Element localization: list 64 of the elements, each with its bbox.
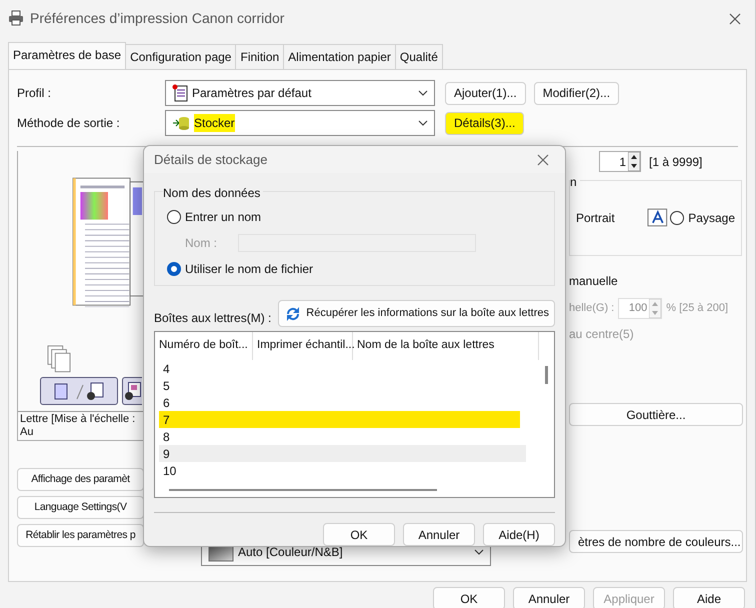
list-row[interactable]: 5	[159, 377, 524, 394]
field-label: helle(G) :	[569, 301, 614, 316]
list-row[interactable]: 9	[159, 445, 526, 462]
printer-icon	[8, 10, 24, 26]
dialog-button[interactable]: Aide(H)	[483, 523, 555, 546]
layout-button[interactable]	[40, 376, 118, 405]
field-label: Nom :	[185, 235, 218, 252]
column-header[interactable]: Imprimer échantil...	[253, 332, 353, 360]
dropdown[interactable]: Paramètres par défaut	[165, 80, 435, 106]
fetch-button[interactable]: Récupérer les informations sur la boîte aux lettres	[278, 300, 555, 328]
dialog-button[interactable]: Annuler	[403, 523, 475, 546]
list-row[interactable]: 10	[159, 462, 524, 480]
settings-button[interactable]: Language Settings(V	[17, 496, 144, 519]
window-title: Préférences d’impression Canon corridor	[30, 8, 284, 28]
column-header[interactable]: Numéro de boît...	[155, 332, 253, 360]
scale-spinner[interactable]: 100	[618, 298, 662, 319]
settings-button[interactable]: Affichage des paramèt	[17, 468, 144, 491]
list-row[interactable]: 6	[159, 394, 524, 412]
mailbox-label: Boîtes aux lettres(M) :	[154, 310, 272, 328]
dialog-button[interactable]: OK	[323, 523, 395, 546]
chevron-down-icon	[418, 90, 428, 96]
spin-arrows-icon	[649, 299, 662, 318]
chevron-down-icon	[418, 120, 428, 126]
scrollbar-thumb[interactable]	[169, 489, 437, 491]
dialog-title: Détails de stockage	[154, 150, 268, 169]
color-page-icon	[124, 382, 140, 400]
footer-button[interactable]: Aide	[673, 587, 745, 608]
radio-label: Portrait	[576, 210, 615, 227]
column-header[interactable]: Nom de la boîte aux lettres	[353, 332, 539, 360]
range-text: [1 à 9999]	[649, 154, 702, 170]
storage-icon	[172, 115, 190, 131]
document-icon	[172, 84, 188, 102]
color-layout-button[interactable]	[122, 376, 142, 405]
settings-button[interactable]: Rétablir les paramètres p	[17, 524, 144, 547]
checkbox-label: manuelle	[569, 273, 619, 290]
letter-a-icon	[646, 208, 668, 228]
tab[interactable]: Paramètres de base	[8, 42, 126, 69]
tab[interactable]: Qualité	[394, 44, 443, 69]
field-label: Profil :	[17, 85, 52, 102]
landscape-radio[interactable]: Paysage	[670, 209, 735, 227]
range-text: % [25 à 200]	[666, 301, 728, 316]
close-icon	[729, 12, 741, 25]
chevron-down-icon	[474, 549, 484, 555]
close-icon	[537, 154, 549, 166]
list-row[interactable]: 4	[159, 360, 524, 378]
dropdown[interactable]: Stocker	[165, 110, 435, 136]
color-count-button[interactable]: ètres de nombre de couleurs...	[569, 530, 743, 553]
radio-option[interactable]: Utiliser le nom de fichier	[167, 260, 542, 278]
scrollbar-thumb[interactable]	[545, 366, 548, 384]
list-row[interactable]: 7	[159, 411, 520, 428]
spin-arrows-icon	[628, 152, 640, 171]
profile-button[interactable]: Ajouter(1)...	[445, 82, 526, 104]
gutter-button[interactable]: Gouttière...	[569, 403, 743, 426]
field-label: Méthode de sortie :	[17, 115, 121, 132]
list-row[interactable]: 8	[159, 428, 524, 446]
copies-spinner[interactable]: 1	[599, 151, 641, 172]
footer-button: Appliquer	[593, 587, 665, 608]
page-stack-icon	[46, 345, 72, 373]
radio-option[interactable]: Entrer un nom	[167, 208, 542, 226]
details-button[interactable]: Détails(3)...	[445, 112, 524, 134]
footer-button[interactable]: Annuler	[513, 587, 585, 608]
footer-button[interactable]: OK	[433, 587, 505, 608]
checkbox-label: au centre(5)	[569, 326, 635, 343]
profile-button[interactable]: Modifier(2)...	[534, 82, 620, 104]
